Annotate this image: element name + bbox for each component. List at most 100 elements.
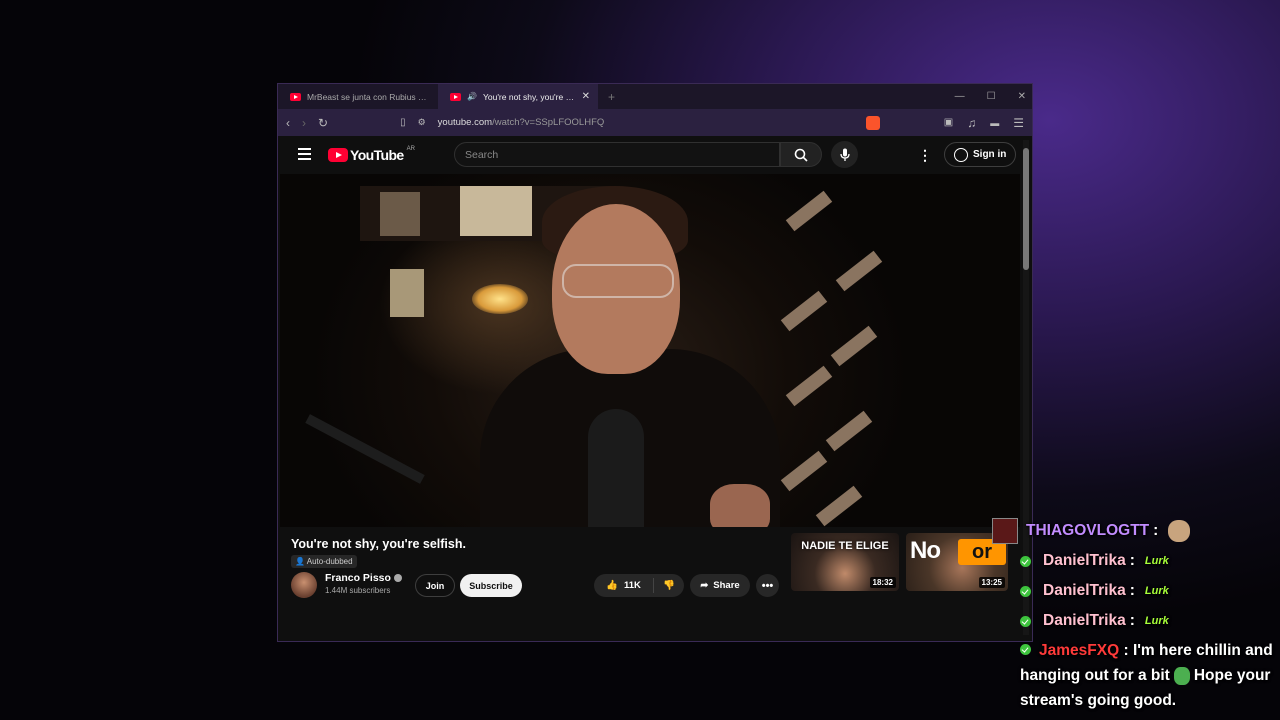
background-book	[835, 250, 883, 292]
user-badge-icon	[992, 518, 1018, 544]
url-field[interactable]: youtube.com/watch?v=SSpLFOOLHFQ	[438, 117, 605, 128]
mic-arm	[305, 414, 425, 484]
maximize-button[interactable]: ☐	[987, 91, 996, 102]
chat-message: DanielTrika : Lurk	[1016, 606, 1280, 636]
youtube-play-icon	[328, 148, 348, 162]
dancing-emote-icon	[1173, 666, 1190, 685]
verified-check-icon	[1020, 615, 1031, 627]
voice-search-button[interactable]	[831, 141, 858, 168]
video-player[interactable]	[280, 174, 1020, 527]
chat-text: Hope	[1193, 667, 1233, 684]
sign-in-button[interactable]: Sign in	[944, 142, 1017, 167]
site-info-icon[interactable]: ⚙	[418, 117, 426, 128]
reload-icon[interactable]: ↻	[318, 116, 328, 130]
channel-name: Franco Pisso	[325, 572, 391, 584]
music-icon[interactable]: ♫	[967, 116, 976, 130]
video-duration: 18:32	[869, 577, 896, 588]
channel-avatar[interactable]	[291, 572, 317, 598]
thumbs-up-icon: 👍	[606, 580, 618, 591]
presenter-glasses	[562, 264, 674, 298]
background-book	[780, 290, 828, 332]
share-label: Share	[713, 580, 740, 591]
close-tab-icon[interactable]: ✕	[582, 91, 590, 102]
chat-username: DanielTrika	[1043, 552, 1126, 569]
presenter-hand	[710, 484, 770, 527]
auto-dubbed-label: Auto-dubbed	[306, 557, 353, 566]
video-title: You're not shy, you're selfish.	[291, 537, 466, 551]
microphone-icon	[839, 148, 850, 161]
share-button[interactable]: ➦ Share	[690, 574, 750, 597]
menu-icon[interactable]: ☰	[1013, 116, 1024, 130]
auto-dubbed-badge: 👤 Auto-dubbed	[291, 555, 357, 568]
youtube-favicon-icon	[290, 92, 301, 101]
more-actions-button[interactable]: •••	[756, 574, 779, 597]
user-circle-icon	[954, 147, 968, 162]
hamburger-menu-icon[interactable]	[298, 148, 311, 160]
dislike-button[interactable]: 👎	[654, 580, 684, 591]
youtube-header: YouTube AR Search ⋮ Sign in	[278, 136, 1032, 174]
back-icon[interactable]: ‹	[286, 116, 290, 130]
youtube-page: YouTube AR Search ⋮ Sign in You're not s…	[278, 136, 1032, 641]
share-arrow-icon: ➦	[700, 580, 709, 591]
subscriber-count: 1.44M subscribers	[325, 586, 391, 595]
forward-icon[interactable]: ›	[302, 116, 306, 130]
tab-label: You're not shy, you're selfish.	[482, 91, 576, 102]
chat-separator: :	[1153, 522, 1159, 539]
lurk-emote: Lurk	[1144, 555, 1169, 567]
background-book	[815, 485, 863, 527]
thumbs-down-icon: 👎	[663, 580, 675, 591]
tab-current-video[interactable]: 🔊 You're not shy, you're selfish. ✕	[438, 84, 598, 109]
minimize-button[interactable]: —	[955, 91, 965, 102]
microphone	[588, 409, 644, 527]
lurk-emote: Lurk	[1144, 585, 1169, 597]
thumbnail-caption: NADIE TE ELIGE	[801, 540, 889, 552]
chat-separator: :	[1123, 642, 1129, 659]
sidebar-icon[interactable]: ▣	[944, 117, 953, 128]
speaker-icon[interactable]: 🔊	[467, 92, 477, 101]
background-book	[825, 410, 873, 452]
lurk-emote: Lurk	[1144, 615, 1169, 627]
like-dislike-group: 👍 11K 👎	[594, 574, 684, 597]
vpn-icon[interactable]: ▬	[990, 118, 999, 128]
tab-label: MrBeast se junta con Rubius e Ibai	[307, 91, 430, 102]
lamp-glow	[472, 284, 528, 314]
url-path: /watch?v=SSpLFOOLHFQ	[492, 117, 605, 128]
chat-separator: :	[1129, 552, 1135, 569]
channel-name-row[interactable]: Franco Pisso	[325, 572, 402, 584]
stream-chat-overlay: THIAGOVLOGTT : DanielTrika : Lurk Daniel…	[992, 516, 1280, 713]
background-book	[780, 450, 828, 492]
search-button[interactable]	[780, 142, 822, 167]
background-book	[830, 325, 878, 367]
tab-mrbeast[interactable]: MrBeast se junta con Rubius e Ibai	[278, 84, 438, 109]
person-icon: 👤	[295, 557, 305, 566]
background-frame	[460, 186, 532, 236]
background-frame	[390, 269, 424, 317]
new-tab-button[interactable]: +	[598, 90, 625, 104]
search-input[interactable]: Search	[454, 142, 780, 167]
chat-message: DanielTrika : Lurk	[1016, 546, 1280, 576]
like-button[interactable]: 👍 11K	[594, 578, 654, 593]
close-window-button[interactable]: ✕	[1018, 91, 1026, 102]
video-duration: 13:25	[978, 577, 1005, 588]
url-host: youtube.com	[437, 117, 493, 128]
youtube-favicon-icon	[450, 92, 461, 101]
chat-message: THIAGOVLOGTT :	[992, 516, 1280, 546]
more-options-icon[interactable]: ⋮	[918, 147, 932, 164]
chat-separator: :	[1129, 582, 1135, 599]
cat-emote-icon	[1168, 520, 1191, 542]
brave-shield-icon[interactable]	[865, 115, 880, 130]
verified-check-icon	[1020, 555, 1031, 567]
chat-message: JamesFXQ : I'm here chillin and hanging …	[1016, 636, 1280, 713]
verified-check-icon	[1020, 644, 1031, 655]
bookmark-icon[interactable]: ▯	[400, 117, 406, 128]
scrollbar-thumb[interactable]	[1023, 148, 1029, 270]
logo-text: YouTube	[350, 147, 404, 163]
chat-username: JamesFXQ	[1039, 642, 1120, 659]
youtube-logo[interactable]: YouTube AR	[328, 146, 415, 163]
browser-window: MrBeast se junta con Rubius e Ibai 🔊 You…	[277, 83, 1033, 642]
subscribe-button[interactable]: Subscribe	[460, 574, 522, 597]
recommended-video-thumbnail[interactable]: NADIE TE ELIGE 18:32	[791, 533, 899, 591]
like-count: 11K	[623, 580, 641, 591]
join-button[interactable]: Join	[415, 574, 455, 597]
background-book	[785, 365, 833, 407]
